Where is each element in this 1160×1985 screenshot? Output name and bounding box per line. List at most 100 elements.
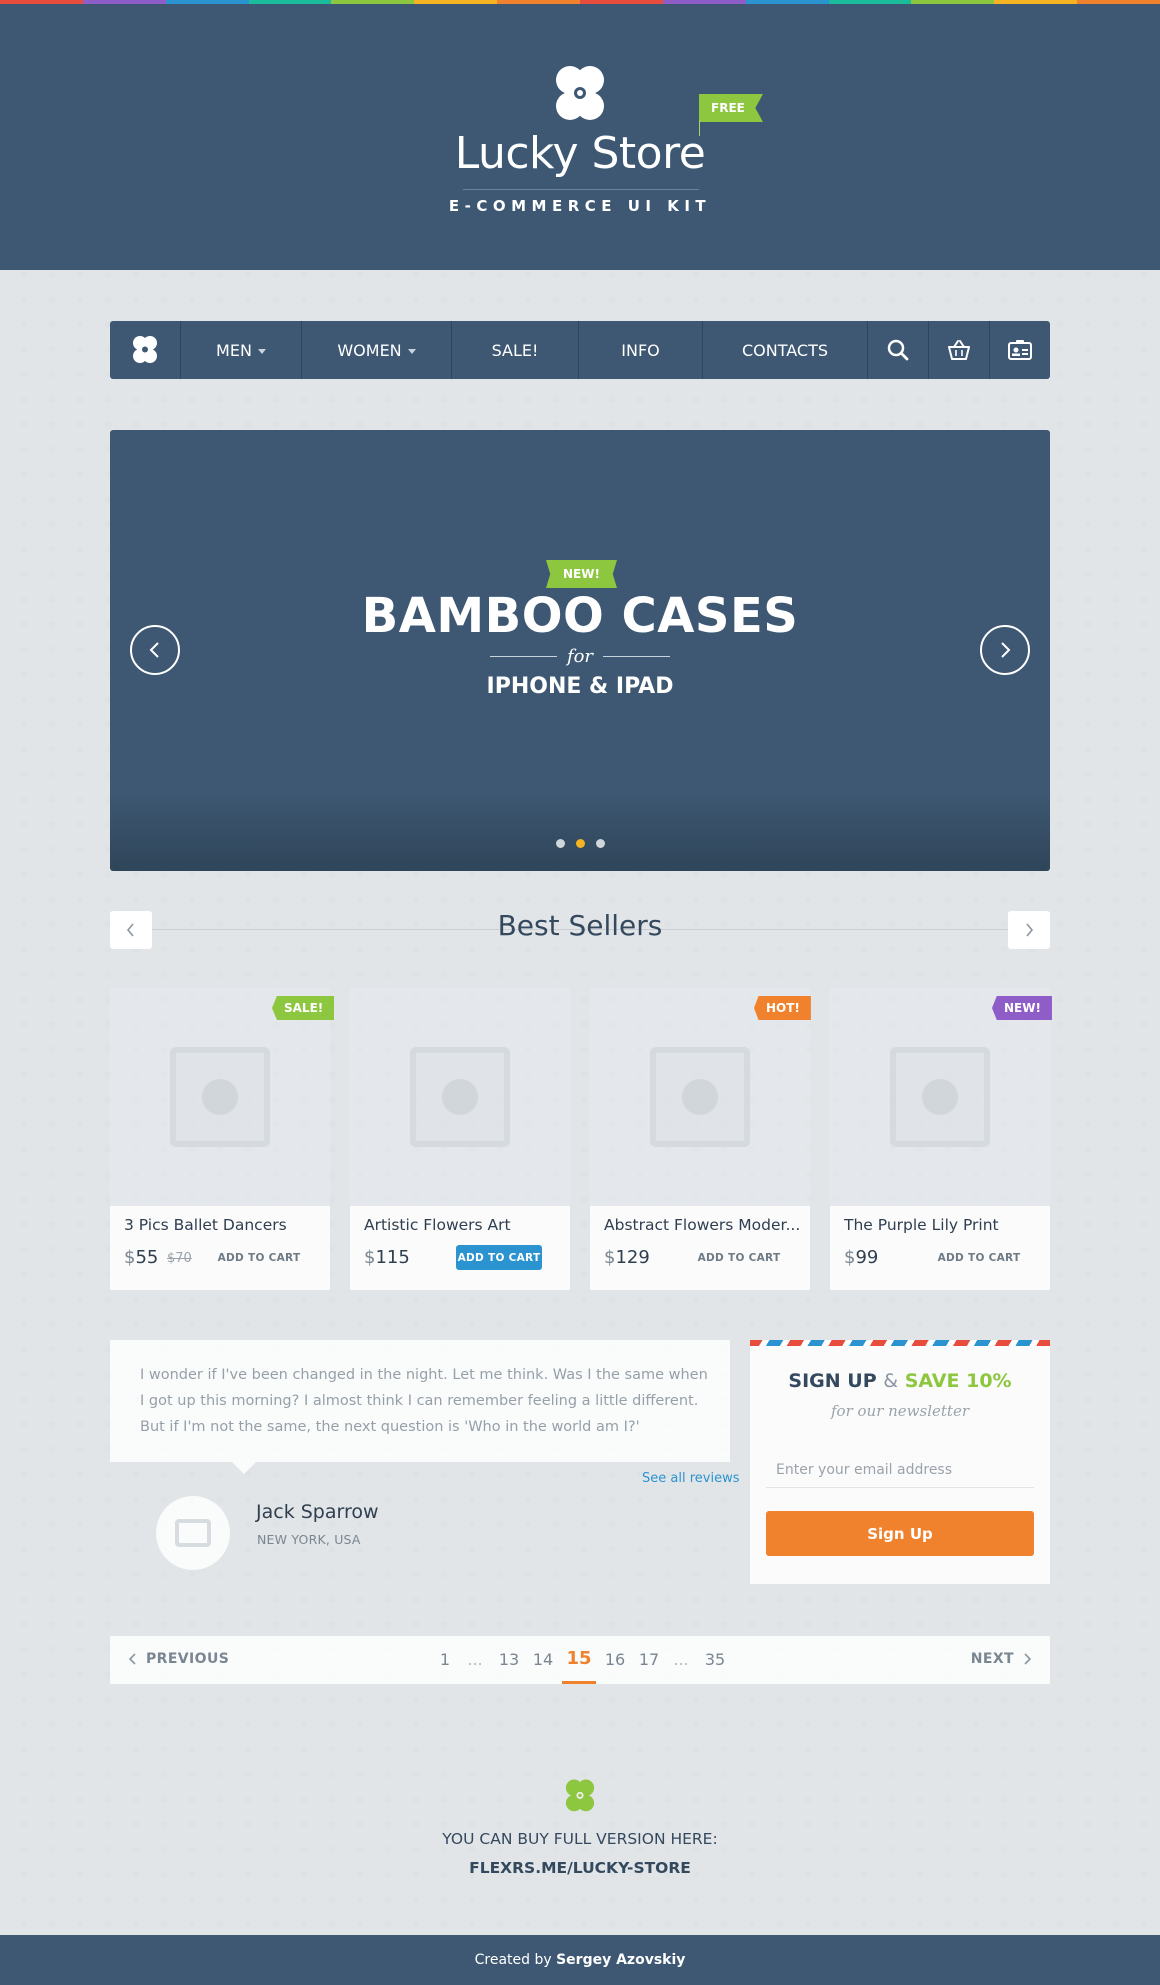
clover-logo-icon[interactable] bbox=[546, 60, 614, 128]
product-list: SALE! 3 Pics Ballet Dancers $55 $70 ADD … bbox=[110, 988, 1052, 1290]
product-card[interactable]: Artistic Flowers Art $115 ADD TO CART bbox=[350, 988, 570, 1290]
product-image[interactable] bbox=[830, 988, 1050, 1206]
site-header: Lucky Store E-COMMERCE UI KIT FREE bbox=[0, 0, 1160, 270]
slider-dot[interactable] bbox=[555, 839, 565, 848]
account-button[interactable] bbox=[989, 321, 1050, 379]
product-price: $129 bbox=[604, 1247, 650, 1268]
slider-dot-active[interactable] bbox=[575, 839, 585, 848]
add-to-cart-button[interactable]: ADD TO CART bbox=[216, 1245, 302, 1270]
flag-pin bbox=[699, 120, 700, 136]
page-link[interactable]: 17 bbox=[634, 1650, 664, 1669]
hero-slider: NEW! BAMBOO CASES for IPHONE & IPAD bbox=[110, 430, 1050, 871]
main-nav: MEN WOMEN SALE! INFO CONTACTS bbox=[110, 321, 1050, 379]
nav-home-button[interactable] bbox=[110, 321, 181, 379]
chevron-right-icon bbox=[1026, 923, 1034, 937]
slider-next-button[interactable] bbox=[980, 625, 1030, 675]
free-flag: FREE bbox=[699, 94, 763, 122]
hot-badge: HOT! bbox=[754, 996, 811, 1020]
newsletter-subtitle: for our newsletter bbox=[830, 1402, 969, 1420]
product-card[interactable]: HOT! Abstract Flowers Moder... $129 ADD … bbox=[590, 988, 811, 1290]
search-button[interactable] bbox=[867, 321, 928, 379]
testimonial-location: NEW YORK, USA bbox=[257, 1532, 361, 1547]
testimonial-bubble: I wonder if I've been changed in the nig… bbox=[110, 1340, 730, 1462]
product-old-price: $70 bbox=[167, 1251, 192, 1266]
nav-item-contacts[interactable]: CONTACTS bbox=[703, 321, 867, 379]
nav-item-label: CONTACTS bbox=[741, 340, 829, 360]
product-price: $115 bbox=[364, 1247, 410, 1268]
product-card[interactable]: SALE! 3 Pics Ballet Dancers $55 $70 ADD … bbox=[110, 988, 335, 1290]
add-to-cart-button[interactable]: ADD TO CART bbox=[696, 1245, 782, 1270]
caret-down-icon bbox=[257, 348, 266, 354]
page-link[interactable]: 13 bbox=[494, 1650, 524, 1669]
new-badge: NEW! bbox=[992, 996, 1052, 1020]
page-ellipsis: ... bbox=[467, 1650, 483, 1669]
page-link[interactable]: 14 bbox=[528, 1650, 558, 1669]
next-label: NEXT bbox=[970, 1651, 1014, 1667]
credit-author: Sergey Azovskiy bbox=[556, 1952, 686, 1968]
newsletter-card: SIGN UP & SAVE 10% for our newsletter Si… bbox=[750, 1340, 1050, 1584]
add-to-cart-button[interactable]: ADD TO CART bbox=[936, 1245, 1022, 1270]
account-card-icon bbox=[1008, 340, 1032, 360]
email-field[interactable] bbox=[766, 1452, 1034, 1488]
page-ellipsis: ... bbox=[673, 1650, 689, 1669]
nav-item-men[interactable]: MEN bbox=[181, 321, 302, 379]
product-name[interactable]: The Purple Lily Print bbox=[844, 1216, 1044, 1234]
slide-connector-text: for bbox=[566, 645, 594, 667]
carousel-prev-button[interactable] bbox=[110, 911, 152, 949]
nav-item-label: INFO bbox=[621, 340, 660, 360]
chevron-right-icon bbox=[1024, 1653, 1032, 1665]
product-image[interactable] bbox=[590, 988, 810, 1206]
nav-item-sale[interactable]: SALE! bbox=[452, 321, 579, 379]
clover-icon bbox=[565, 1779, 595, 1812]
slide-connector: for bbox=[490, 645, 670, 667]
slider-dots bbox=[110, 839, 1050, 848]
product-name[interactable]: 3 Pics Ballet Dancers bbox=[124, 1216, 324, 1234]
pagination: PREVIOUS 1 ... 13 14 15 16 17 ... 35 NEX… bbox=[110, 1636, 1050, 1684]
nav-item-label: WOMEN bbox=[337, 340, 402, 360]
page-link[interactable]: 35 bbox=[700, 1650, 730, 1669]
slider-prev-button[interactable] bbox=[130, 625, 180, 675]
page-link[interactable]: 1 bbox=[430, 1650, 460, 1669]
nav-item-label: MEN bbox=[216, 340, 252, 360]
testimonial-author: Jack Sparrow bbox=[256, 1501, 379, 1523]
see-all-reviews-link[interactable]: See all reviews bbox=[642, 1471, 739, 1486]
product-card[interactable]: NEW! The Purple Lily Print $99 ADD TO CA… bbox=[830, 988, 1052, 1290]
brand-name[interactable]: Lucky Store bbox=[0, 128, 1160, 179]
previous-label: PREVIOUS bbox=[146, 1651, 230, 1667]
product-price: $99 bbox=[844, 1247, 879, 1268]
section-title: Best Sellers bbox=[497, 909, 663, 942]
previous-page-button[interactable]: PREVIOUS bbox=[128, 1651, 229, 1667]
next-page-button[interactable]: NEXT bbox=[971, 1651, 1032, 1667]
cart-button[interactable] bbox=[928, 321, 989, 379]
airmail-border bbox=[750, 1340, 1050, 1346]
product-name[interactable]: Abstract Flowers Moder... bbox=[604, 1216, 804, 1234]
sale-badge: SALE! bbox=[272, 996, 335, 1020]
chevron-left-icon bbox=[128, 1653, 136, 1665]
product-image[interactable] bbox=[350, 988, 570, 1206]
bubble-tail bbox=[232, 1462, 256, 1474]
product-price: $55 bbox=[124, 1247, 159, 1268]
credit-prefix: Created by bbox=[474, 1952, 557, 1968]
nav-item-women[interactable]: WOMEN bbox=[302, 321, 452, 379]
add-to-cart-button[interactable]: ADD TO CART bbox=[456, 1245, 542, 1270]
basket-icon bbox=[948, 340, 970, 360]
avatar bbox=[156, 1496, 230, 1570]
brand-divider bbox=[463, 189, 699, 190]
testimonial-quote: I wonder if I've been changed in the nig… bbox=[140, 1367, 708, 1435]
sign-up-button[interactable]: Sign Up bbox=[766, 1511, 1034, 1556]
chevron-left-icon bbox=[126, 923, 134, 937]
carousel-next-button[interactable] bbox=[1008, 911, 1050, 949]
slide-title: BAMBOO CASES bbox=[361, 588, 799, 644]
new-badge: NEW! bbox=[546, 560, 617, 588]
product-name[interactable]: Artistic Flowers Art bbox=[364, 1216, 564, 1234]
chevron-left-icon bbox=[149, 642, 159, 658]
current-page-indicator bbox=[562, 1681, 596, 1684]
slider-dot[interactable] bbox=[595, 839, 605, 848]
product-image[interactable] bbox=[110, 988, 330, 1206]
promo-link[interactable]: FLEXRS.ME/LUCKY-STORE bbox=[0, 1859, 1160, 1877]
brand-subtitle: E-COMMERCE UI KIT bbox=[448, 197, 712, 215]
nav-item-info[interactable]: INFO bbox=[579, 321, 703, 379]
page-link-current[interactable]: 15 bbox=[564, 1648, 594, 1669]
caret-down-icon bbox=[407, 348, 416, 354]
page-link[interactable]: 16 bbox=[600, 1650, 630, 1669]
